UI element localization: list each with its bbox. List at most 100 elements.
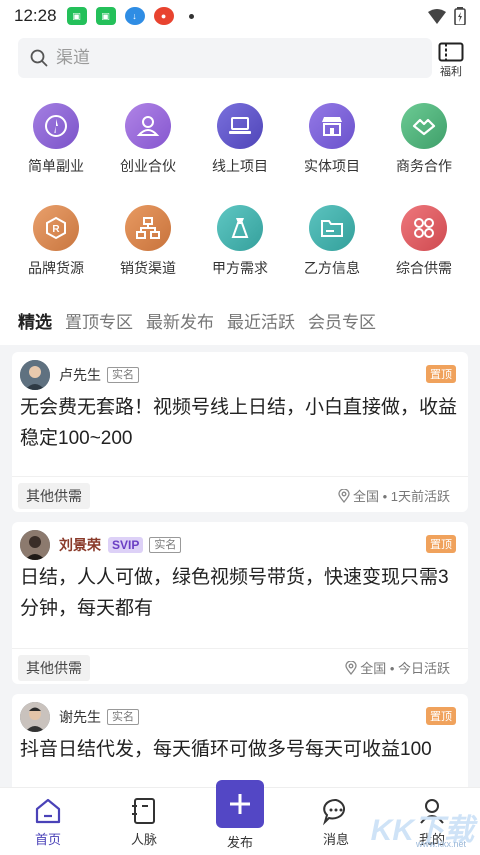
tab-featured[interactable]: 精选 bbox=[18, 308, 52, 333]
category-comprehensive[interactable]: 综合供需 bbox=[378, 205, 470, 278]
post-author: 刘景荣 SVIP 实名 bbox=[20, 530, 182, 560]
message-icon bbox=[322, 798, 346, 826]
avatar[interactable] bbox=[20, 360, 50, 390]
tab-contacts[interactable]: 人脉 bbox=[114, 796, 174, 848]
post-author: 卢先生 实名 bbox=[20, 360, 139, 390]
watermark-url: www.kkx.net bbox=[415, 839, 466, 849]
status-time: 12:28 bbox=[14, 6, 57, 25]
contacts-book-icon bbox=[132, 798, 155, 824]
category-label: 乙方信息 bbox=[304, 260, 360, 276]
home-icon bbox=[35, 798, 61, 824]
category-label: 商务合作 bbox=[396, 158, 452, 174]
avatar[interactable] bbox=[20, 702, 50, 732]
category-label: 综合供需 bbox=[396, 260, 452, 276]
category-label: 实体项目 bbox=[304, 158, 360, 174]
search-bar[interactable] bbox=[18, 38, 432, 78]
category-label: 线上项目 bbox=[212, 158, 268, 174]
bottom-tab-bar: 首页 人脉 发布 消息 我的 KK下载 www.kkx.net bbox=[0, 780, 480, 855]
tab-recent-active[interactable]: 最近活跃 bbox=[227, 308, 295, 333]
battery-icon bbox=[454, 7, 466, 25]
post-title: 日结，人人可做，绿色视频号带货，快速变现只需3分钟，每天都有 bbox=[20, 567, 449, 619]
verified-badge: 实名 bbox=[149, 537, 182, 553]
header: 福利 bbox=[0, 32, 480, 90]
post-footer: 其他供需 全国 • 1天前活跃 bbox=[12, 476, 468, 512]
author-name: 谢先生 bbox=[59, 709, 101, 725]
welfare-button[interactable]: 福利 bbox=[436, 42, 466, 79]
plus-icon bbox=[230, 794, 250, 814]
tab-members[interactable]: 会员专区 bbox=[308, 308, 376, 333]
post-meta: 全国 • 今日活跃 bbox=[345, 658, 450, 677]
post-card[interactable]: 刘景荣 SVIP 实名 置顶 日结，人人可做，绿色视频号带货，快速变现只需3分钟… bbox=[12, 522, 468, 684]
search-input[interactable] bbox=[56, 48, 356, 68]
verified-badge: 实名 bbox=[107, 367, 139, 383]
pinned-badge: 置顶 bbox=[426, 365, 456, 383]
verified-badge: 实名 bbox=[107, 709, 139, 725]
welfare-label: 福利 bbox=[440, 66, 462, 78]
category-physical-project[interactable]: 实体项目 bbox=[286, 103, 378, 176]
category-startup-partner[interactable]: 创业合伙 bbox=[102, 103, 194, 176]
category-label: 品牌货源 bbox=[28, 260, 84, 276]
location-icon bbox=[338, 488, 350, 503]
filter-tabs: 精选 置顶专区 最新发布 最近活跃 会员专区 bbox=[0, 295, 480, 345]
category-label: 销货渠道 bbox=[120, 260, 176, 276]
author-name: 刘景荣 bbox=[59, 537, 101, 553]
partner-icon bbox=[125, 103, 171, 149]
category-brand-supply[interactable]: R 品牌货源 bbox=[10, 205, 102, 278]
post-meta-text: 全国 • 1天前活跃 bbox=[352, 489, 450, 504]
avatar[interactable] bbox=[20, 530, 50, 560]
folder-icon bbox=[309, 205, 355, 251]
tab-home[interactable]: 首页 bbox=[18, 796, 78, 848]
post-card[interactable]: 谢先生 实名 置顶 抖音日结代发，每天循环可做多号每天可收益100 bbox=[12, 694, 468, 787]
tab-home-label: 首页 bbox=[34, 832, 61, 847]
channel-icon bbox=[125, 205, 171, 251]
tab-contacts-label: 人脉 bbox=[130, 832, 157, 847]
category-label: 甲方需求 bbox=[212, 260, 268, 276]
tab-latest[interactable]: 最新发布 bbox=[146, 308, 214, 333]
category-online-project[interactable]: 线上项目 bbox=[194, 103, 286, 176]
svip-badge: SVIP bbox=[108, 537, 144, 553]
app-notification-icon: ● bbox=[153, 7, 174, 25]
post-author: 谢先生 实名 bbox=[20, 702, 139, 732]
more-notifications-icon bbox=[188, 13, 194, 19]
tab-messages[interactable]: 消息 bbox=[306, 796, 366, 848]
pinned-badge: 置顶 bbox=[426, 707, 456, 725]
ticket-icon bbox=[438, 42, 464, 62]
brand-icon: R bbox=[33, 205, 79, 251]
tab-pinned[interactable]: 置顶专区 bbox=[65, 308, 133, 333]
author-name: 卢先生 bbox=[59, 367, 101, 383]
laptop-icon bbox=[217, 103, 263, 149]
post-category-tag[interactable]: 其他供需 bbox=[18, 483, 90, 509]
watermark-logo: KK下载 www.kkx.net bbox=[371, 805, 474, 849]
wifi-icon bbox=[428, 8, 446, 24]
grid-icon bbox=[401, 205, 447, 251]
category-party-b-info[interactable]: 乙方信息 bbox=[286, 205, 378, 278]
post-title: 抖音日结代发，每天循环可做多号每天可收益100 bbox=[20, 739, 432, 760]
app-notification-icon: ▣ bbox=[66, 7, 87, 25]
post-footer: 其他供需 全国 • 今日活跃 bbox=[12, 648, 468, 684]
pinned-badge: 置顶 bbox=[426, 535, 456, 553]
post-category-tag[interactable]: 其他供需 bbox=[18, 655, 90, 681]
category-label: 创业合伙 bbox=[120, 158, 176, 174]
app-notification-icon: ▣ bbox=[95, 7, 116, 25]
tab-messages-label: 消息 bbox=[322, 832, 349, 847]
search-icon bbox=[30, 49, 48, 67]
category-party-a-demand[interactable]: 甲方需求 bbox=[194, 205, 286, 278]
category-label: 简单副业 bbox=[28, 158, 84, 174]
demand-icon bbox=[217, 205, 263, 251]
publish-label: 发布 bbox=[226, 835, 253, 850]
handshake-icon bbox=[401, 103, 447, 149]
post-title: 无会费无套路！视频号线上日结，小白直接做，收益稳定100~200 bbox=[20, 397, 458, 449]
post-meta-text: 全国 • 今日活跃 bbox=[360, 661, 450, 676]
category-business-cooperation[interactable]: 商务合作 bbox=[378, 103, 470, 176]
status-bar: 12:28 ▣ ▣ ↓ ● bbox=[0, 0, 480, 32]
download-icon: ↓ bbox=[124, 7, 145, 25]
store-icon bbox=[309, 103, 355, 149]
svg-text:R: R bbox=[52, 224, 60, 235]
category-grid: 简单副业 创业合伙 线上项目 实体项目 商务合作 R 品牌货源 销货渠道 甲方需… bbox=[0, 90, 480, 295]
publish-button[interactable] bbox=[216, 780, 264, 828]
category-sales-channel[interactable]: 销货渠道 bbox=[102, 205, 194, 278]
post-meta: 全国 • 1天前活跃 bbox=[338, 486, 450, 505]
category-simple-side-job[interactable]: 简单副业 bbox=[10, 103, 102, 176]
post-card[interactable]: 卢先生 实名 置顶 无会费无套路！视频号线上日结，小白直接做，收益稳定100~2… bbox=[12, 352, 468, 512]
location-icon bbox=[345, 660, 357, 675]
